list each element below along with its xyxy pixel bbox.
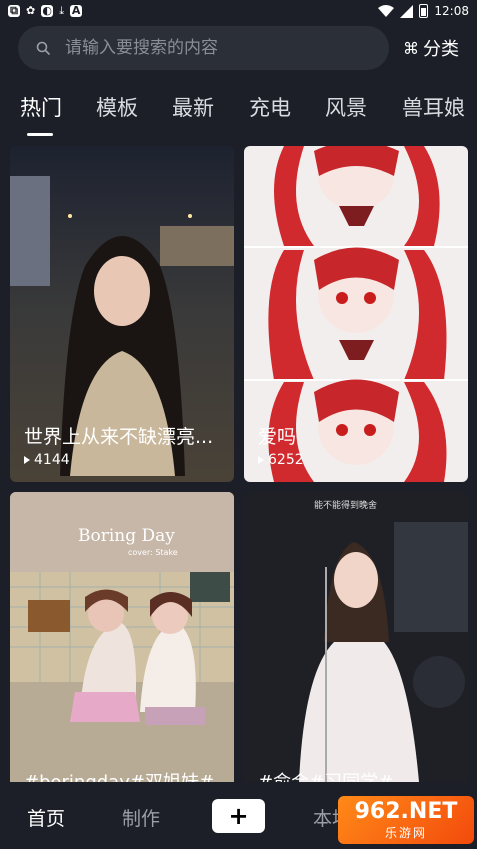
overlay-title: Boring Day [78, 526, 175, 546]
play-icon [258, 456, 264, 464]
overlay-subtitle: cover: Stake [128, 548, 178, 557]
add-button[interactable]: + [212, 799, 265, 833]
play-icon [24, 456, 30, 464]
nav-home[interactable]: 首页 [27, 804, 65, 831]
tab-hot[interactable]: 热门 [20, 92, 62, 122]
search-input[interactable] [65, 38, 365, 58]
category-tabs: 热门 模板 最新 充电 风景 兽耳娘 [0, 88, 477, 136]
card-title: 世界上从来不缺漂亮... [24, 426, 214, 448]
download-icon: ⤓ [59, 4, 65, 17]
status-icons-left: ⧉ ✿ ◐ ⤓ A [8, 4, 83, 17]
tab-latest[interactable]: 最新 [172, 92, 214, 122]
tab-scenery[interactable]: 风景 [325, 92, 367, 122]
category-label: 分类 [423, 39, 459, 60]
watermark-line1: 962.NET [354, 798, 458, 824]
a-icon: A [70, 4, 83, 17]
search-box[interactable] [18, 26, 389, 70]
card-title: #boringday#双姐妹# [24, 768, 224, 782]
category-button[interactable]: ⌘ 分类 [403, 35, 459, 61]
card-title: #俞合#习同学# [258, 768, 458, 782]
app-icon-1: ⧉ [8, 5, 20, 17]
video-thumbnail [244, 492, 468, 782]
video-card[interactable]: 世界上从来不缺漂亮... 4144 [10, 146, 234, 482]
status-bar: ⧉ ✿ ◐ ⤓ A 12:08 [0, 0, 477, 22]
view-count: 4144 [34, 452, 70, 468]
signal-icon [400, 4, 414, 18]
wifi-icon [378, 5, 395, 17]
nav-make[interactable]: 制作 [122, 804, 160, 831]
tab-kemonomimi[interactable]: 兽耳娘 [402, 92, 465, 122]
search-icon [36, 41, 51, 55]
card-title: 爱吗 [258, 426, 297, 448]
video-card[interactable]: 爱吗 6252 [244, 146, 468, 482]
bug-icon: ✿ [26, 4, 36, 17]
overlay-caption: 能不能得到晚舍 [314, 501, 378, 511]
battery-icon [419, 4, 429, 18]
tab-charging[interactable]: 充电 [249, 92, 291, 122]
watermark-line2: 乐游网 [384, 825, 427, 840]
command-icon: ⌘ [403, 38, 419, 58]
video-card[interactable]: Boring Day cover: Stake #boringday#双姐妹# [10, 492, 234, 782]
video-card[interactable]: 能不能得到晚舍 #俞合#习同学# [244, 492, 468, 782]
card-views: 6252 [258, 452, 304, 468]
watermark-logo: 962.NET 乐游网 [338, 796, 474, 844]
card-views: 4144 [24, 452, 70, 468]
status-icons-right: 12:08 [378, 4, 469, 18]
status-time: 12:08 [434, 4, 469, 18]
view-count: 6252 [268, 452, 304, 468]
search-row: ⌘ 分类 [18, 26, 465, 70]
tab-template[interactable]: 模板 [96, 92, 138, 122]
app-icon-2: ◐ [41, 4, 54, 17]
active-tab-indicator [27, 133, 53, 136]
